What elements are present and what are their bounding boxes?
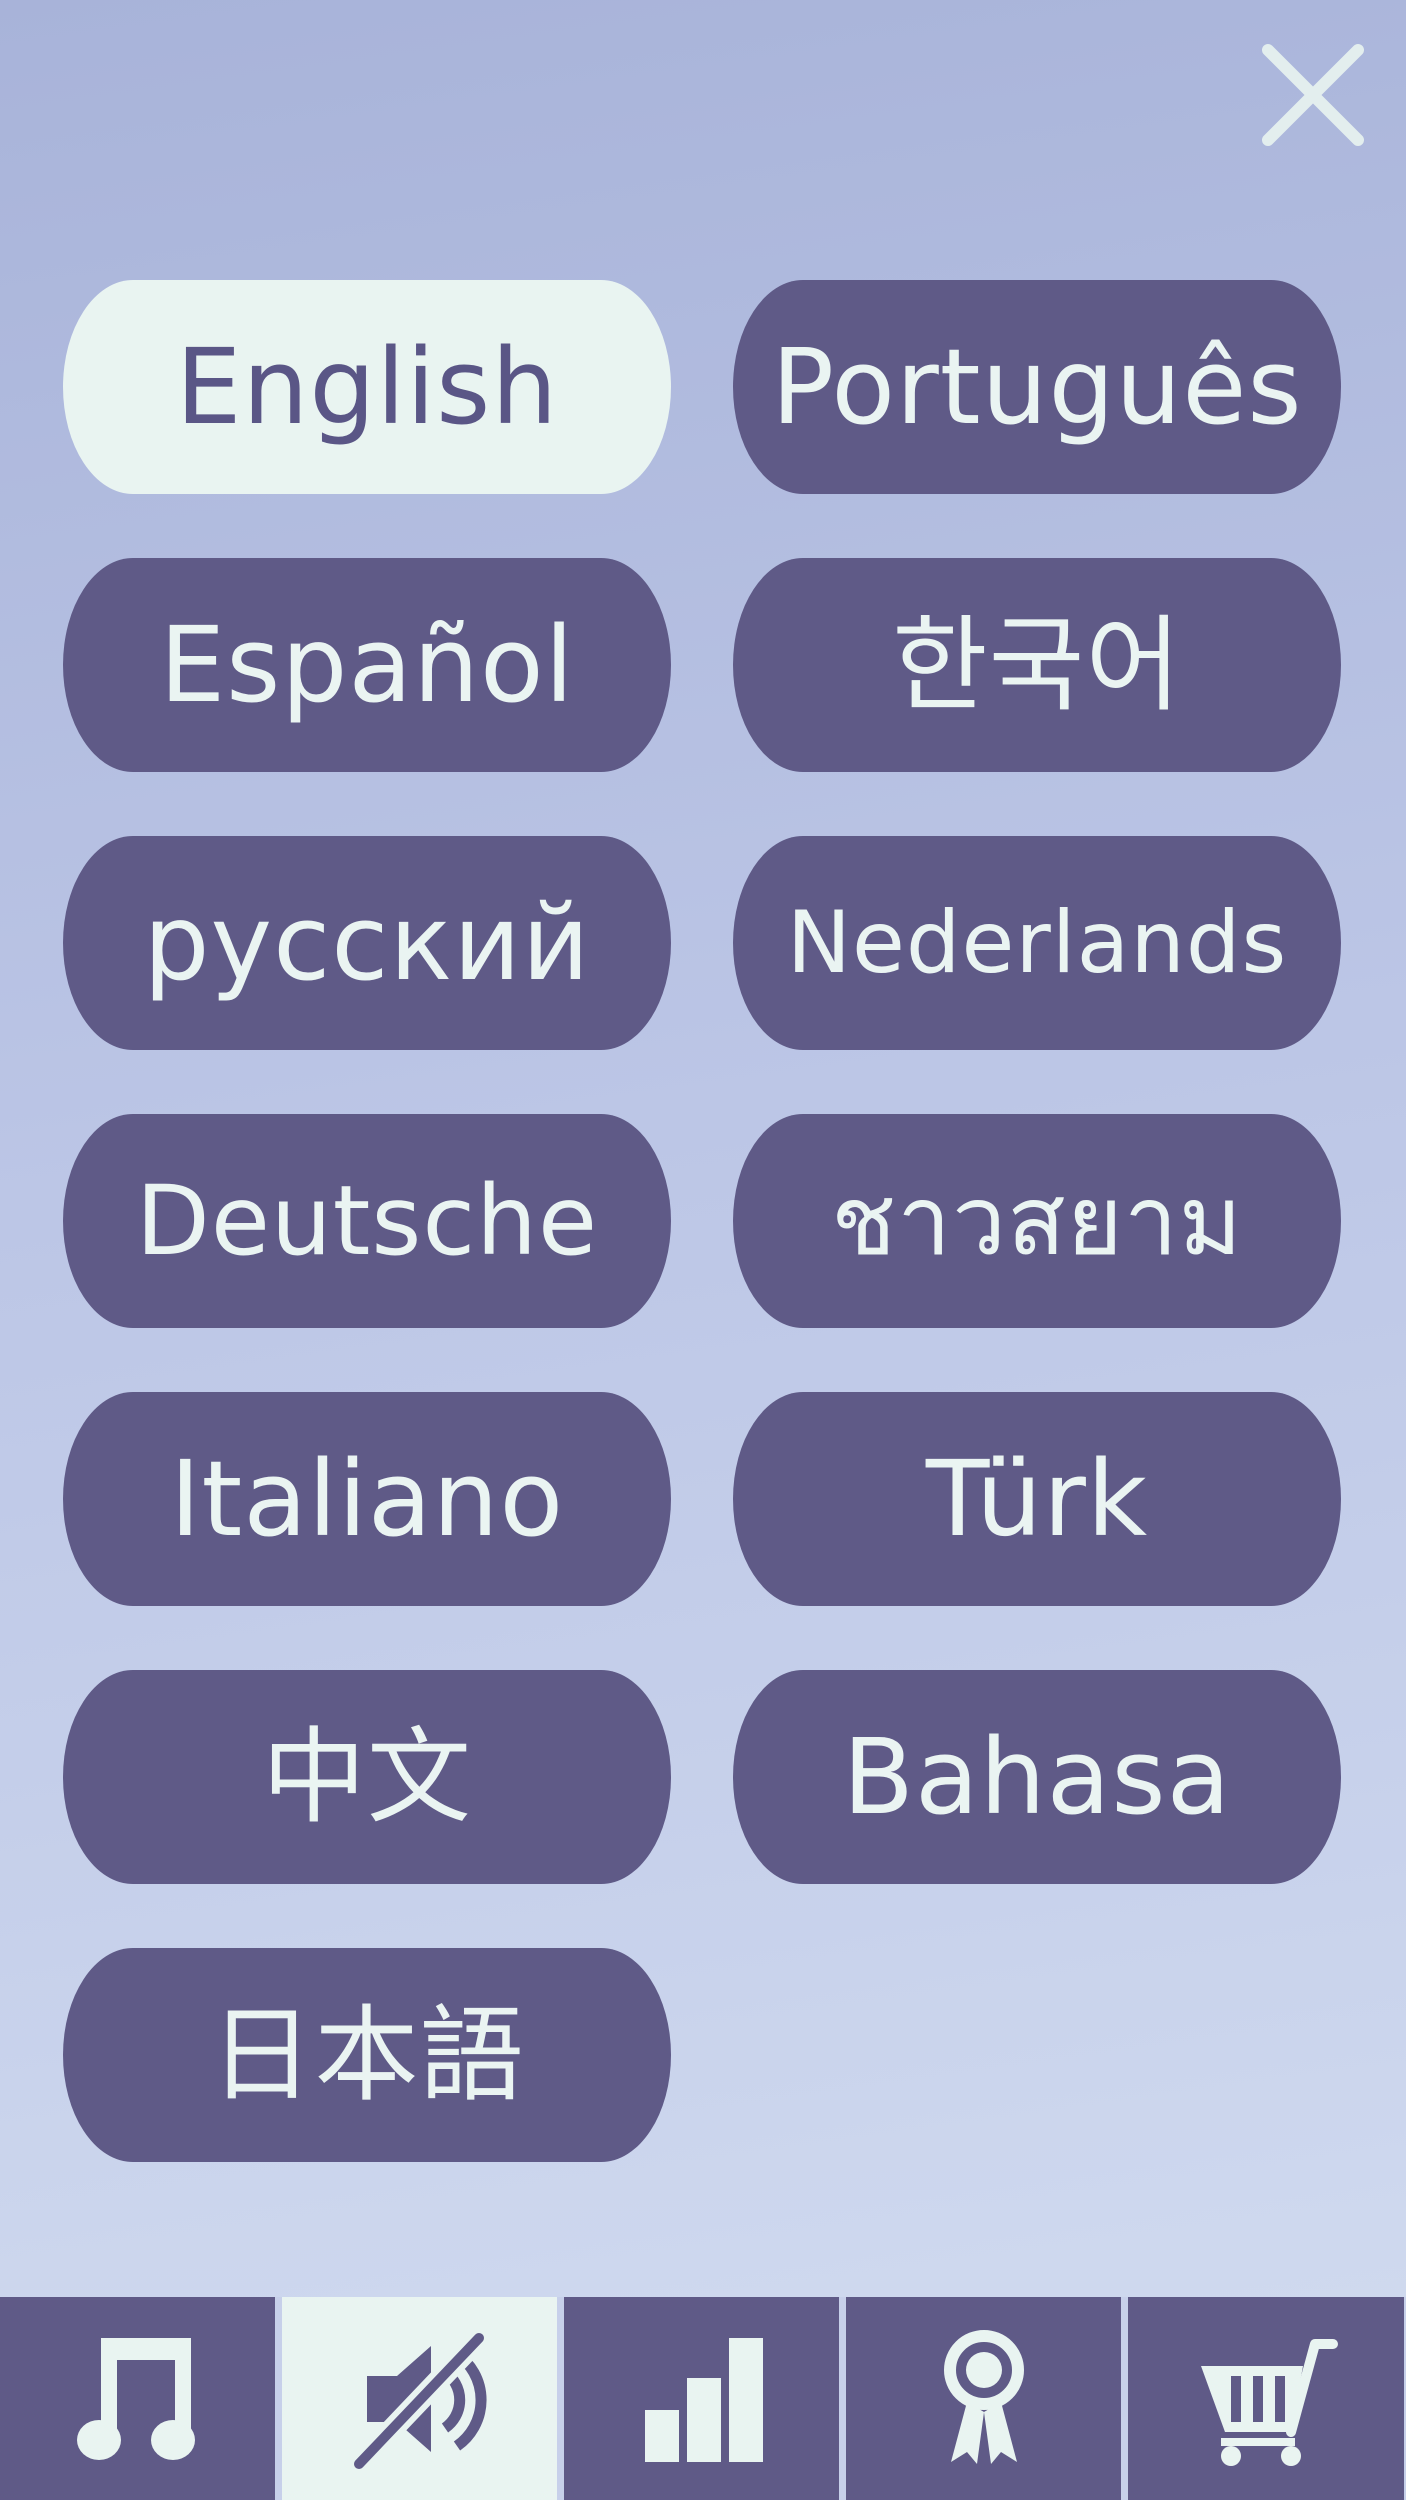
language-button-spanish[interactable]: Español [63, 558, 671, 772]
bar-chart-icon [644, 2337, 763, 2462]
language-button-bahasa[interactable]: Bahasa [733, 1670, 1341, 1884]
tab-divider [839, 2297, 846, 2500]
language-button-german[interactable]: Deutsche [63, 1114, 671, 1328]
language-button-italian[interactable]: Italiano [63, 1392, 671, 1606]
music-note-icon [76, 2337, 195, 2460]
tab-divider [1121, 2297, 1128, 2500]
language-button-russian[interactable]: русский [63, 836, 671, 1050]
award-ribbon-icon [943, 2329, 1024, 2464]
close-button[interactable] [1258, 40, 1368, 150]
tab-divider [275, 2297, 282, 2500]
language-button-turkish[interactable]: Türk [733, 1392, 1341, 1606]
tab-stats[interactable] [564, 2297, 839, 2500]
shopping-cart-icon [1201, 2338, 1338, 2466]
language-button-thai[interactable]: ชาวสยาม [733, 1114, 1341, 1328]
close-icon [1262, 44, 1364, 146]
tab-music[interactable] [0, 2297, 275, 2500]
bottom-tab-bar [0, 2297, 1406, 2500]
language-button-korean[interactable]: 한국어 [733, 558, 1341, 772]
tab-shop[interactable] [1128, 2297, 1404, 2500]
language-button-chinese[interactable]: 中文 [63, 1670, 671, 1884]
language-button-dutch[interactable]: Nederlands [733, 836, 1341, 1050]
sound-muted-icon [350, 2329, 487, 2472]
language-button-portuguese[interactable]: Português [733, 280, 1341, 494]
language-button-japanese[interactable]: 日本語 [63, 1948, 671, 2162]
tab-divider [557, 2297, 564, 2500]
language-button-english[interactable]: English [63, 280, 671, 494]
tab-achievements[interactable] [846, 2297, 1121, 2500]
tab-sound[interactable] [282, 2297, 557, 2500]
